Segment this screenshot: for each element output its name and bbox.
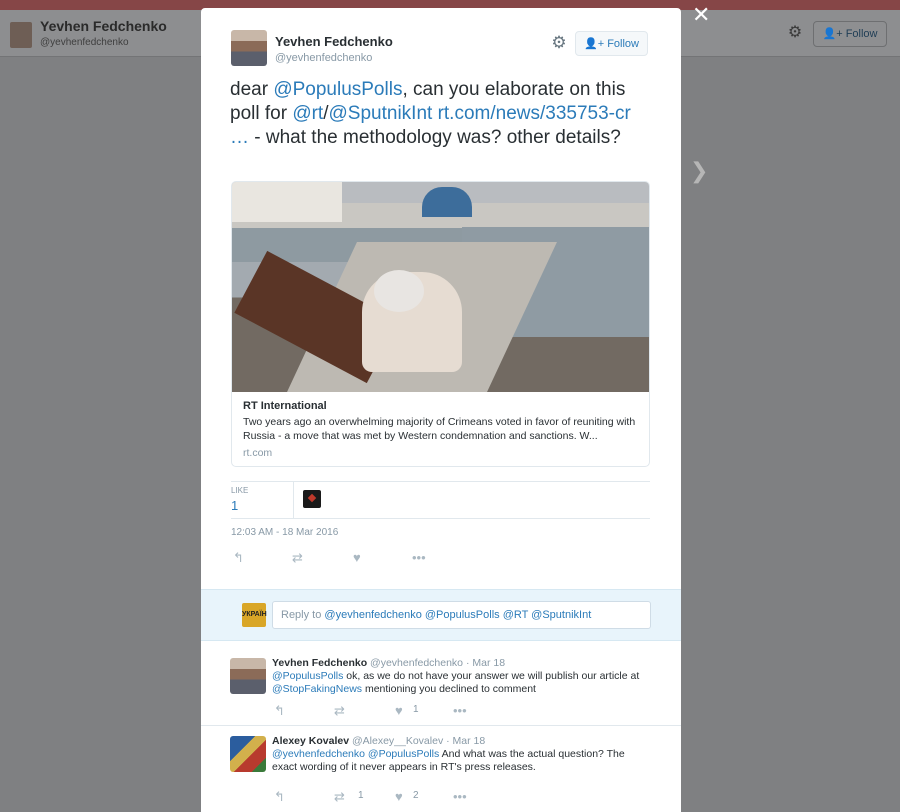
- reply-actions: ↰ ⇄ 1 ♥ 2 •••: [272, 788, 522, 804]
- mention-link[interactable]: @PopulusPolls: [368, 748, 439, 760]
- more-options-icon[interactable]: •••: [412, 549, 426, 567]
- reply-like-count: 2: [413, 790, 419, 801]
- stat-divider: [293, 482, 294, 518]
- like-stat-label: LIKE: [231, 486, 249, 495]
- reply-prefix: Reply to: [281, 609, 325, 621]
- like-heart-icon[interactable]: ♥: [395, 702, 403, 720]
- tweet-text: dear @PopulusPolls, can you elaborate on…: [230, 78, 650, 150]
- liker-avatar[interactable]: [303, 490, 321, 508]
- reply-date[interactable]: Mar 18: [472, 657, 505, 669]
- mention-link[interactable]: @yevhenfedchenko: [272, 748, 365, 760]
- reply-text-part: ok, as we do not have your answer we wil…: [343, 670, 640, 682]
- retweet-icon[interactable]: ⇄: [292, 549, 303, 567]
- mention-link[interactable]: @rt: [292, 103, 323, 124]
- reply-composer: УКРАЇН Reply to @yevhenfedchenko @Populu…: [201, 589, 681, 641]
- current-user-avatar: УКРАЇН: [242, 603, 267, 627]
- follow-label: Follow: [607, 38, 639, 50]
- reply-text: @yevhenfedchenko @PopulusPolls And what …: [272, 748, 652, 774]
- link-card[interactable]: RT International Two years ago an overwh…: [231, 181, 650, 467]
- like-heart-icon[interactable]: ♥: [353, 549, 361, 567]
- reply-text: @PopulusPolls ok, as we do not have your…: [272, 670, 652, 696]
- author-handle[interactable]: @yevhenfedchenko: [275, 52, 372, 64]
- reply-author-name[interactable]: Yevhen Fedchenko: [272, 657, 367, 669]
- author-avatar[interactable]: [231, 30, 267, 66]
- reply-icon[interactable]: ↰: [274, 702, 285, 720]
- reply-like-count: 1: [413, 704, 419, 715]
- photo-building: [232, 182, 342, 222]
- card-description: Two years ago an overwhelming majority o…: [243, 416, 636, 442]
- photo-hat: [374, 270, 424, 312]
- reply-avatar[interactable]: [230, 736, 266, 772]
- reply-dot: ·: [465, 657, 470, 669]
- tweet-actions: ↰ ⇄ ♥ •••: [231, 549, 531, 567]
- mention-link[interactable]: @PopulusPolls: [273, 79, 402, 100]
- like-heart-icon[interactable]: ♥: [395, 788, 403, 806]
- follow-person-icon: 👤+: [584, 38, 605, 50]
- more-options-icon[interactable]: •••: [453, 702, 467, 720]
- card-title[interactable]: RT International: [243, 400, 643, 412]
- tweet-modal: Yevhen Fedchenko @yevhenfedchenko ⚙ 👤+ F…: [201, 8, 681, 812]
- reply-mentions: @yevhenfedchenko @PopulusPolls @RT @Sput…: [324, 609, 592, 621]
- reply-actions: ↰ ⇄ ♥ 1 •••: [272, 702, 522, 718]
- more-options-icon[interactable]: •••: [453, 788, 467, 806]
- reply-input[interactable]: Reply to @yevhenfedchenko @PopulusPolls …: [272, 601, 651, 629]
- reply-item[interactable]: Alexey Kovalev @Alexey__Kovalev · Mar 18…: [201, 726, 681, 812]
- mention-link[interactable]: @PopulusPolls: [272, 670, 343, 682]
- reply-dot: ·: [446, 735, 450, 747]
- background-follow-button[interactable]: 👤+ Follow: [813, 21, 887, 47]
- author-name[interactable]: Yevhen Fedchenko: [275, 34, 393, 49]
- tweet-timestamp[interactable]: 12:03 AM - 18 Mar 2016: [231, 527, 338, 538]
- tweet-stats: LIKE 1: [231, 481, 650, 519]
- reply-header: Alexey Kovalev @Alexey__Kovalev · Mar 18: [272, 735, 485, 747]
- reply-author-handle[interactable]: @yevhenfedchenko: [370, 657, 463, 669]
- reply-date[interactable]: Mar 18: [453, 735, 486, 747]
- reply-text-part: mentioning you declined to comment: [362, 683, 536, 695]
- reply-icon[interactable]: ↰: [274, 788, 285, 806]
- follow-button[interactable]: 👤+ Follow: [575, 31, 648, 56]
- background-profile-handle: @yevhenfedchenko: [40, 37, 129, 48]
- background-gear-icon[interactable]: ⚙: [786, 24, 804, 42]
- card-domain: rt.com: [243, 447, 273, 459]
- mention-link[interactable]: @StopFakingNews: [272, 683, 362, 695]
- tweet-text-part: dear: [230, 79, 274, 100]
- follow-person-icon: 👤+: [822, 28, 843, 40]
- background-follow-label: Follow: [845, 28, 878, 40]
- reply-author-name[interactable]: Alexey Kovalev: [272, 735, 349, 747]
- reply-item[interactable]: Yevhen Fedchenko @yevhenfedchenko · Mar …: [201, 648, 681, 726]
- retweet-icon[interactable]: ⇄: [334, 788, 345, 806]
- reply-author-handle[interactable]: @Alexey__Kovalev: [352, 735, 443, 747]
- retweet-icon[interactable]: ⇄: [334, 702, 345, 720]
- tweet-text-part: - what the methodology was? other detail…: [249, 127, 621, 148]
- background-avatar: [10, 22, 32, 48]
- reply-icon[interactable]: ↰: [233, 549, 244, 567]
- like-stat-count[interactable]: 1: [231, 498, 238, 513]
- card-image[interactable]: [232, 182, 649, 392]
- background-profile-name: Yevhen Fedchenko: [40, 18, 167, 34]
- reply-avatar[interactable]: [230, 658, 266, 694]
- next-tweet-chevron-icon[interactable]: ❯: [690, 158, 708, 184]
- mention-link[interactable]: @SputnikInt: [329, 103, 433, 124]
- close-icon[interactable]: ✕: [692, 4, 710, 26]
- user-actions-gear-icon[interactable]: ⚙: [550, 34, 568, 52]
- reply-header: Yevhen Fedchenko @yevhenfedchenko · Mar …: [272, 657, 505, 669]
- photo-building: [422, 187, 472, 217]
- reply-retweet-count: 1: [358, 790, 364, 801]
